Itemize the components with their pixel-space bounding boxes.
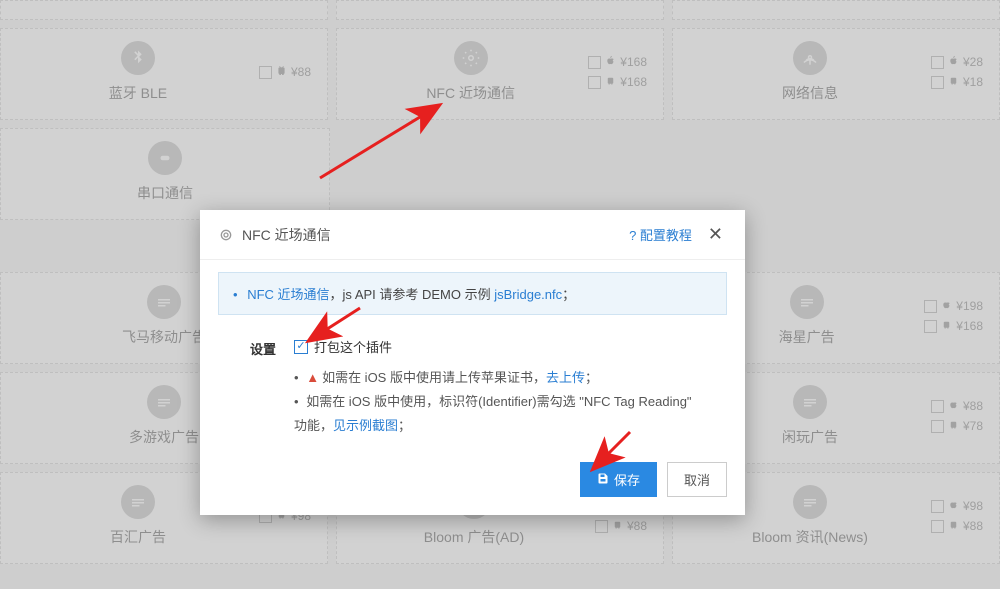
save-icon	[597, 472, 609, 487]
modal-title: NFC 近场通信	[242, 225, 331, 245]
info-nfc-link[interactable]: NFC 近场通信	[247, 287, 329, 302]
info-api-link[interactable]: jsBridge.nfc	[494, 287, 562, 302]
note-end: ；	[585, 370, 598, 385]
example-screenshot-link[interactable]: 见示例截图	[333, 418, 398, 433]
warning-icon: ▲	[306, 370, 319, 385]
checkbox-checked-icon[interactable]: ✓	[294, 340, 308, 354]
save-button-label: 保存	[614, 470, 640, 489]
note-text: 如需在 iOS 版中使用请上传苹果证书，	[322, 370, 546, 385]
setting-label: 设置	[250, 337, 280, 358]
note-item: ▲如需在 iOS 版中使用请上传苹果证书，去上传；	[294, 366, 695, 390]
upload-cert-link[interactable]: 去上传	[546, 370, 585, 385]
info-end: ；	[562, 287, 575, 302]
close-icon[interactable]: ✕	[704, 222, 727, 247]
modal-header: NFC 近场通信 ? 配置教程 ✕	[200, 210, 745, 260]
checkbox-label: 打包这个插件	[314, 337, 392, 356]
save-button[interactable]: 保存	[580, 462, 657, 497]
info-text: ，js API 请参考 DEMO 示例	[330, 287, 495, 302]
note-item: 如需在 iOS 版中使用，标识符(Identifier)需勾选 "NFC Tag…	[294, 390, 695, 438]
nfc-icon	[218, 227, 234, 243]
cancel-button[interactable]: 取消	[667, 462, 727, 497]
nfc-config-modal: NFC 近场通信 ? 配置教程 ✕ • NFC 近场通信，js API 请参考 …	[200, 210, 745, 515]
cancel-button-label: 取消	[684, 470, 710, 489]
config-tutorial-link[interactable]: ? 配置教程	[629, 225, 692, 244]
note-end: ；	[398, 418, 411, 433]
modal-info-bar: • NFC 近场通信，js API 请参考 DEMO 示例 jsBridge.n…	[218, 272, 727, 315]
bundle-plugin-checkbox-row[interactable]: ✓ 打包这个插件	[294, 337, 695, 356]
